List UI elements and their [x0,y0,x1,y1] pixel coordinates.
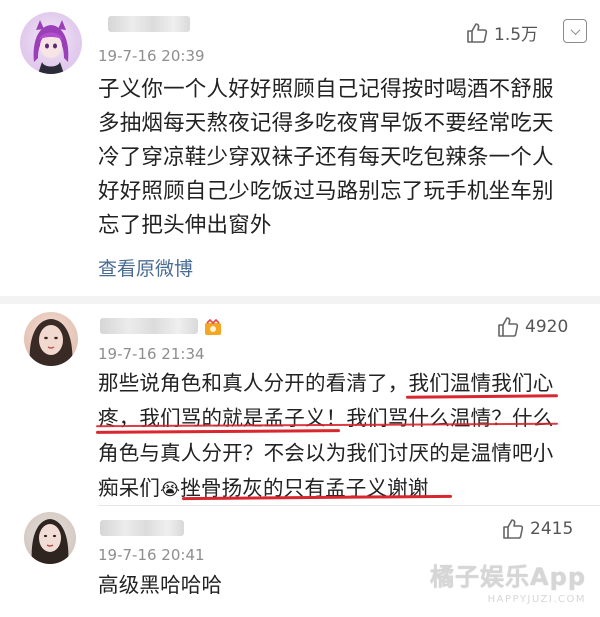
comment-line: 冷了穿凉鞋少穿双袜子还有每天吃包辣条一个人 [98,145,554,170]
crying-emoji-icon: 😭 [160,480,181,500]
anime-girl-avatar-icon [33,20,69,74]
comment-line: 痴呆们😭挫骨扬灰的只有孟子义谢谢 [98,471,553,508]
like-button[interactable]: 1.5万 [466,20,538,45]
comment-line: 好好照顾自己少吃饭过马路别忘了玩手机坐车别 [98,179,554,204]
thumbs-up-icon [503,519,524,539]
comment-line: 多抽烟每天熬夜记得多吃夜宵早饭不要经常吃天 [98,111,554,136]
thumbs-up-icon [498,317,519,337]
comment-text: 子义你一个人好好照顾自己记得按时喝酒不舒服 多抽烟每天熬夜记得多吃夜宵早饭不要经… [98,73,554,243]
like-count: 4920 [525,317,569,337]
comment-text: 高级黑哈哈哈 [98,573,223,597]
portrait-avatar-icon [31,519,69,564]
avatar[interactable] [20,12,82,74]
comment-time: 19-7-16 20:41 [98,546,205,564]
like-count: 1.5万 [494,25,539,45]
comment-time: 19-7-16 21:34 [98,345,205,363]
like-button[interactable]: 2415 [502,518,573,540]
avatar[interactable] [24,312,78,366]
comment-line: 忘了把头伸出窗外 [98,213,272,238]
comment-line: 角色与真人分开？不会以为我们讨厌的是温情吧小 [98,441,554,465]
username[interactable] [108,16,190,32]
comment-1: 19-7-16 20:39 1.5万 子义你一个人好好照顾自己记得按时喝酒不舒服… [0,0,600,296]
thumbs-up-icon [467,22,488,43]
comment-time: 19-7-16 20:39 [98,47,205,65]
comment-segment: 我们骂什么温情？什么 [346,406,554,430]
watermark: 橘子娱乐App HAPPYJUZI.COM [430,557,586,605]
portrait-avatar-icon [29,319,73,366]
username[interactable] [100,318,198,334]
avatar[interactable] [24,512,76,564]
comment-segment: 痴呆们 [98,476,161,500]
like-count: 2415 [530,519,574,539]
watermark-logo-text: 橘子娱乐App [430,563,586,591]
vip-badge-icon [205,319,221,335]
chevron-down-icon[interactable] [563,19,587,43]
comment-2: 19-7-16 21:34 4920 那些说角色和真人分开的看清了，我们温情我们… [0,304,600,504]
comment-line: 子义你一个人好好照顾自己记得按时喝酒不舒服 [98,77,554,102]
comment-text: 那些说角色和真人分开的看清了，我们温情我们心 疼，我们骂的就是孟子义！我们骂什么… [98,366,553,508]
view-original-weibo-link[interactable]: 查看原微博 [98,254,193,281]
comment-segment: 那些说角色和真人分开的看清了， [98,371,409,395]
like-button[interactable]: 4920 [497,316,568,338]
section-separator [0,296,600,304]
underlined-segment: 我们温情我们心 [409,371,554,395]
comment-segment: 我们温情我们心 [408,371,554,395]
watermark-url: HAPPYJUZI.COM [487,594,586,605]
username[interactable] [100,520,184,536]
